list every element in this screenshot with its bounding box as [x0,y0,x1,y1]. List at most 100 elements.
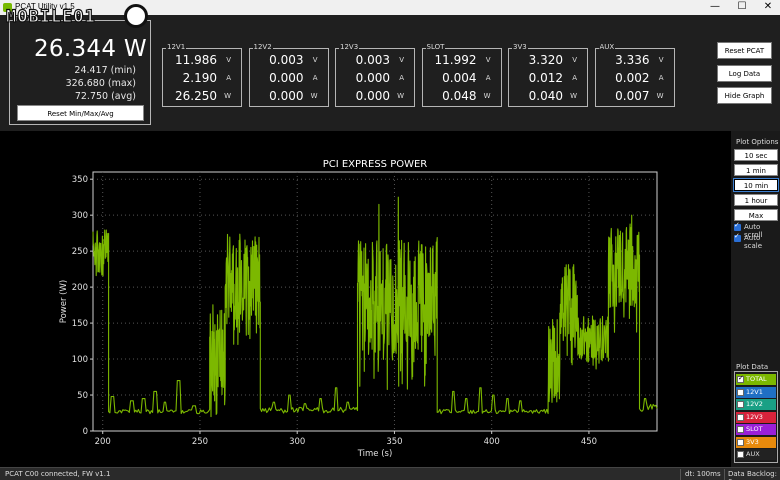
rail-volts-value: 11.986 [175,53,217,67]
auto-scroll-checkbox[interactable]: Auto scroll [734,221,780,239]
y-tick-label: 100 [72,355,88,365]
channel-label: 12V3 [746,412,763,421]
x-tick-label: 450 [581,437,597,447]
range-button[interactable]: 10 sec [734,149,778,161]
rail-amps-value: 0.000 [355,71,390,85]
rail-unit: V [572,56,577,64]
rail-watts-value: 26.250 [175,89,217,103]
x-tick-label: 400 [484,437,500,447]
range-button[interactable]: 1 min [734,164,778,176]
rail-watts-value: 0.000 [269,89,304,103]
channel-12v2[interactable]: 12V2 [736,399,776,410]
x-tick-label: 250 [192,437,208,447]
rail-volts-row: 0.003 V [250,51,330,69]
channel-checkbox[interactable] [737,426,744,433]
maximize-button[interactable]: ☐ [729,0,755,15]
plot-controls-panel: Plot Options 10 sec 1 min 10 min 1 hour Max … [731,131,780,467]
connection-status: PCAT C00 connected, FW v1.1 [5,470,111,478]
reset-min-max-avg-button[interactable]: Reset Min/Max/Avg [17,105,144,121]
rail-volts-row: 3.336 V [596,51,676,69]
channel-label: 12V1 [746,387,763,396]
channel-checkbox[interactable] [737,451,744,458]
plot-data-channels: TOTAL 12V1 12V2 12V3 SLOT 3V3 AUX [734,371,778,463]
range-button[interactable]: 1 hour [734,194,778,206]
channel-label: AUX [746,450,760,458]
rail-unit: W [483,92,491,100]
power-chart: 0 50 100 150 200 250 300 350 200 250 300 350 400 450 P… [59,159,658,459]
total-avg: 72.750 (avg) [74,91,136,102]
y-tick-label: 0 [83,427,88,437]
close-button[interactable]: ✕ [755,0,780,15]
y-tick-label: 350 [72,175,88,185]
sample-interval: dt: 100ms [685,470,721,478]
rail-unit: A [312,74,318,82]
x-tick-label: 200 [95,437,111,447]
rail-volts-value: 3.336 [615,53,650,67]
rail-unit: A [399,74,404,82]
watermark-circle [124,4,148,28]
auto-scale-check-icon [734,232,741,242]
channel-total[interactable]: TOTAL [736,374,776,385]
channel-checkbox[interactable] [737,374,744,383]
rail-amps-row: 0.004 A [423,69,503,87]
rail-volts-value: 11.992 [434,53,477,67]
y-axis-label: Power (W) [59,280,69,323]
auto-scroll-check-icon [734,221,741,231]
watermark-text: MOBILE01 [5,6,96,27]
channel-slot[interactable]: SLOT [736,424,776,435]
rail-group-12v3: 12V3 0.003 V 0.000 A 0.000 W [335,43,416,107]
range-button[interactable]: Max [734,209,778,221]
channel-12v3[interactable]: 12V3 [736,411,776,423]
auto-scale-checkbox[interactable]: Auto scale [734,232,780,250]
channel-aux[interactable]: AUX [736,449,776,460]
status-separator [724,469,725,480]
channel-3v3[interactable]: 3V3 [736,436,776,448]
data-backlog: Data Backlog: 0 [728,470,777,480]
channel-label: 12V2 [746,400,763,408]
reset-pcat-button[interactable]: Reset PCAT [717,42,772,59]
auto-scale-label: Auto scale [744,234,763,250]
y-tick-label: 250 [72,247,88,257]
hide-graph-button[interactable]: Hide Graph [717,87,772,104]
status-separator [680,469,681,480]
channel-checkbox[interactable] [737,438,744,446]
minimize-button[interactable]: — [702,0,728,15]
rail-unit: V [399,56,404,64]
rail-unit: V [226,56,231,64]
rail-volts-row: 0.003 V [336,51,416,69]
rail-volts-value: 0.003 [355,53,390,67]
log-data-button[interactable]: Log Data [717,65,772,82]
rail-unit: A [485,74,491,82]
rail-watts-value: 0.007 [615,89,650,103]
channel-12v1[interactable]: 12V1 [736,386,776,398]
rail-unit: V [312,56,318,64]
rail-amps-row: 0.000 A [336,69,416,87]
range-button[interactable]: 10 min [733,178,779,192]
rail-volts-row: 3.320 V [509,51,589,69]
rail-group-12v2: 12V2 0.003 V 0.000 A 0.000 W [248,43,330,107]
rail-watts-row: 0.000 W [250,87,330,105]
rail-volts-value: 3.320 [528,53,563,67]
channel-label: SLOT [746,425,763,433]
rail-group-slot: SLOT 11.992 V 0.004 A 0.048 W [421,43,503,107]
rail-amps-value: 0.004 [442,71,477,85]
plot-area: 0 50 100 150 200 250 300 350 200 250 300 350 400 450 P… [0,131,731,467]
x-tick-label: 300 [289,437,305,447]
channel-checkbox[interactable] [737,413,744,421]
rail-group-aux: AUX 3.336 V 0.002 A 0.007 W [594,43,676,107]
channel-checkbox[interactable] [737,388,744,396]
rail-volts-row: 11.992 V [423,51,503,69]
channel-checkbox[interactable] [737,401,744,408]
rail-volts-value: 0.003 [269,53,304,67]
rail-watts-row: 0.040 W [509,87,589,105]
rail-watts-row: 26.250 W [163,87,243,105]
y-tick-label: 200 [72,283,88,293]
rail-unit: W [570,92,577,100]
rail-volts-row: 11.986 V [163,51,243,69]
plot-data-title: Plot Data [736,363,769,371]
rail-unit: V [658,56,664,64]
rail-amps-value: 0.000 [269,71,304,85]
rail-amps-value: 2.190 [182,71,217,85]
rail-unit: V [485,56,491,64]
rail-amps-value: 0.002 [615,71,650,85]
